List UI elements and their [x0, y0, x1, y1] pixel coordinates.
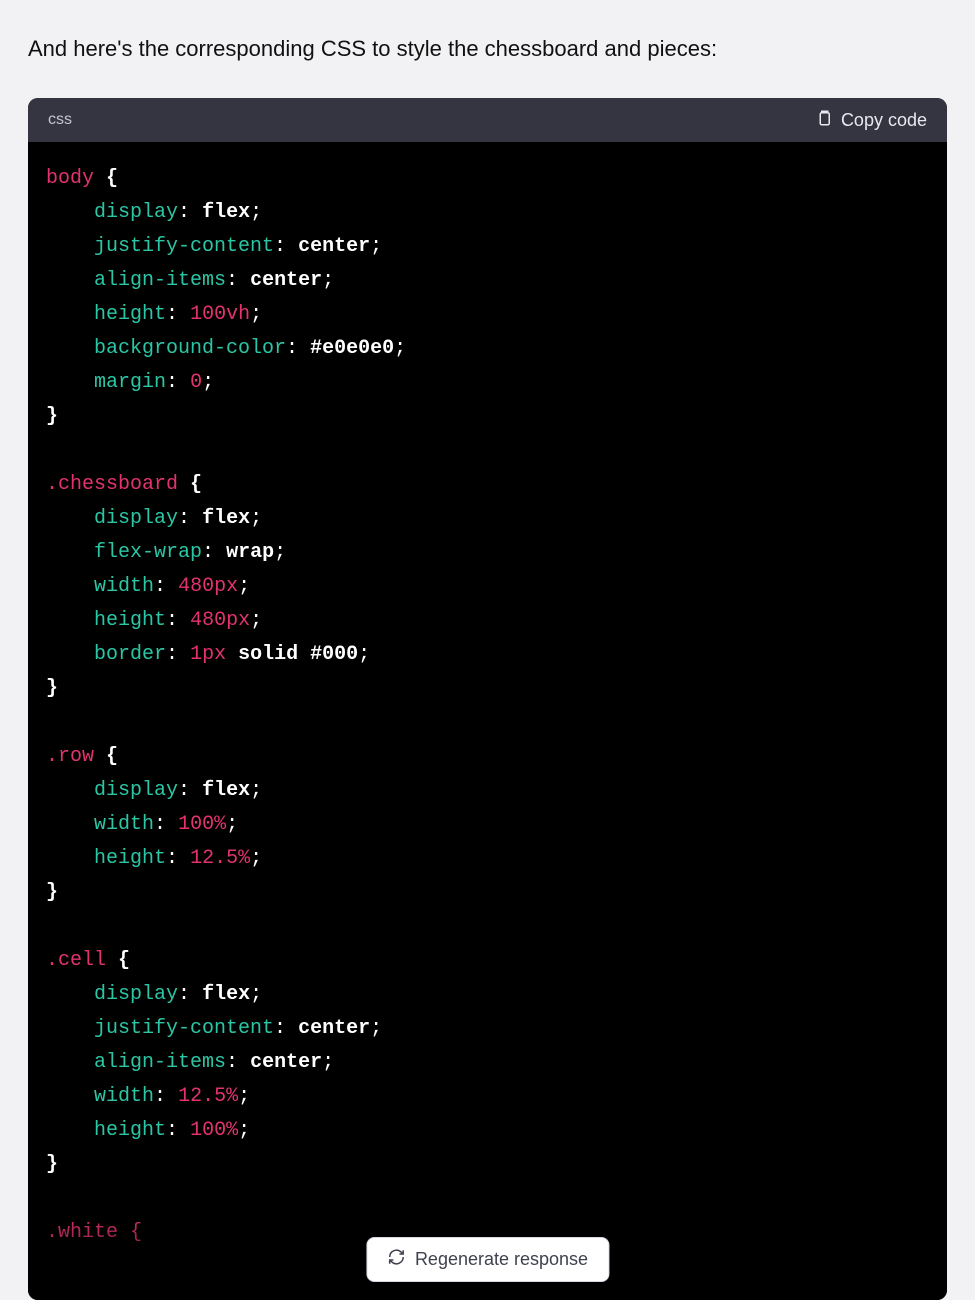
- page-root: And here's the corresponding CSS to styl…: [0, 0, 975, 1300]
- refresh-icon: [387, 1248, 405, 1271]
- regenerate-label: Regenerate response: [415, 1249, 588, 1270]
- regenerate-response-button[interactable]: Regenerate response: [366, 1237, 609, 1282]
- code-content[interactable]: body { display: flex; justify-content: c…: [28, 142, 947, 1300]
- code-block: css Copy code body { display: flex; just…: [28, 98, 947, 1300]
- copy-code-button[interactable]: Copy code: [815, 108, 927, 133]
- language-label: css: [48, 111, 72, 129]
- copy-code-label: Copy code: [841, 110, 927, 131]
- clipboard-icon: [815, 108, 833, 133]
- intro-text: And here's the corresponding CSS to styl…: [28, 36, 947, 62]
- code-block-header: css Copy code: [28, 98, 947, 142]
